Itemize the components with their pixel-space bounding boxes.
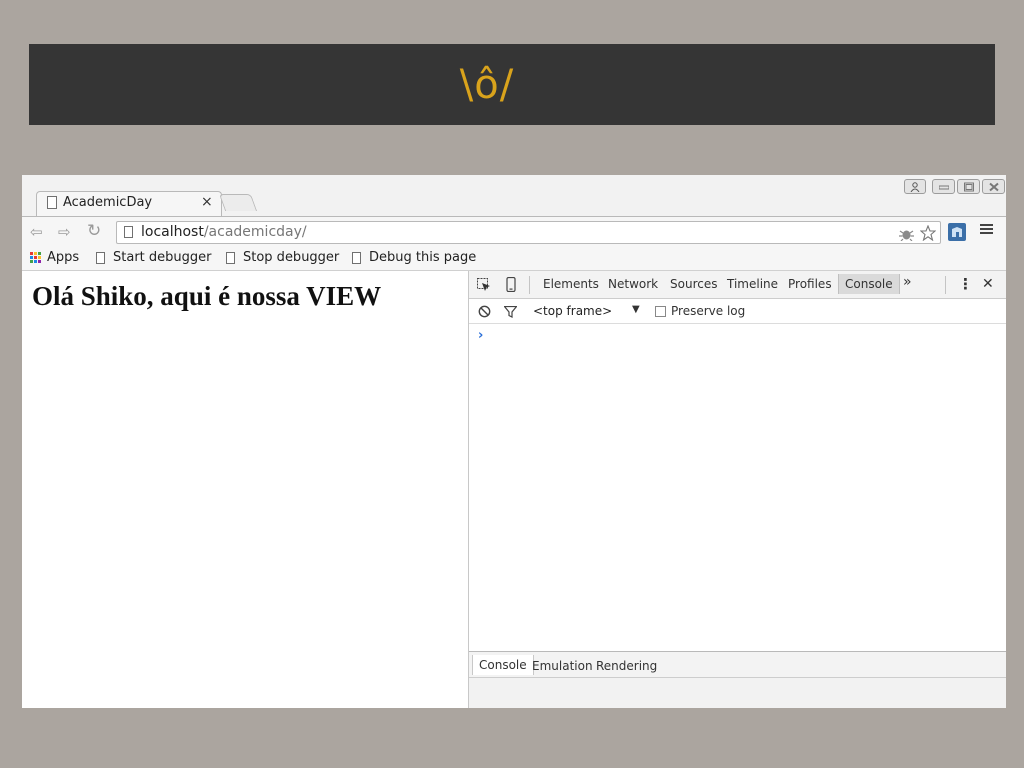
new-tab-button[interactable]: [218, 194, 258, 211]
browser-window: AcademicDay × ⇦ ⇨ ↻ localhost/academicda…: [22, 175, 1006, 708]
close-window-button[interactable]: [982, 179, 1005, 194]
drawer-tabs: Console Emulation Rendering: [469, 651, 1006, 678]
forward-button[interactable]: ⇨: [58, 223, 71, 241]
url-host: localhost: [141, 224, 204, 240]
drawer-body: [469, 678, 1006, 708]
device-mode-icon[interactable]: [506, 277, 516, 292]
bookmark-start-debugger[interactable]: Start debugger: [96, 250, 211, 265]
bookmark-stop-debugger[interactable]: Stop debugger: [226, 250, 339, 265]
page-icon: [47, 196, 57, 209]
bookmark-label: Apps: [47, 250, 80, 265]
page-viewport: Olá Shiko, aqui é nossa VIEW: [22, 271, 469, 708]
bookmark-label: Start debugger: [113, 250, 212, 265]
user-icon: [910, 181, 920, 192]
page-icon: [96, 251, 105, 264]
url-path: /academicday/: [203, 224, 307, 240]
user-profile-button[interactable]: [904, 179, 926, 194]
inspect-element-icon[interactable]: [477, 278, 491, 292]
more-tabs-icon[interactable]: »: [903, 274, 912, 290]
banner-text: \ô/: [459, 61, 515, 108]
tab-timeline[interactable]: Timeline: [727, 277, 778, 291]
console-prompt-icon[interactable]: ›: [478, 328, 483, 343]
maximize-icon: [963, 182, 974, 191]
bookmark-star-icon[interactable]: [920, 225, 936, 241]
tab-title: AcademicDay: [63, 195, 153, 210]
minimize-icon: [938, 185, 949, 189]
devtools-panel: Elements Network Sources Timeline Profil…: [469, 271, 1006, 708]
bookmark-label: Debug this page: [369, 250, 477, 265]
url-text: localhost/academicday/: [141, 224, 307, 240]
kebab-menu-icon[interactable]: ⋮: [958, 275, 973, 293]
bookmarks-bar: Apps Start debugger Stop debugger Debug …: [22, 247, 1006, 271]
tab-sources[interactable]: Sources: [670, 277, 717, 291]
divider: [529, 276, 530, 294]
minimize-button[interactable]: [932, 179, 955, 194]
drawer-tab-emulation[interactable]: Emulation: [532, 659, 593, 673]
reload-button[interactable]: ↻: [87, 221, 101, 241]
filter-icon[interactable]: [504, 306, 517, 318]
clear-console-icon[interactable]: [478, 305, 491, 318]
divider: [945, 276, 946, 294]
apps-grid-icon: [30, 252, 41, 263]
slide-banner: \ô/: [29, 44, 995, 125]
tab-console[interactable]: Console: [838, 274, 900, 294]
close-icon: [988, 182, 999, 191]
extension-icon[interactable]: [948, 223, 966, 241]
maximize-button[interactable]: [957, 179, 980, 194]
bookmark-label: Stop debugger: [243, 250, 340, 265]
devtools-toolbar: Elements Network Sources Timeline Profil…: [469, 271, 1006, 299]
bookmark-debug-this-page[interactable]: Debug this page: [352, 250, 476, 265]
page-heading: Olá Shiko, aqui é nossa VIEW: [32, 281, 382, 311]
page-icon: [226, 251, 235, 264]
back-button[interactable]: ⇦: [30, 223, 43, 241]
checkbox[interactable]: [655, 305, 666, 317]
page-icon: [352, 251, 361, 264]
browser-toolbar: ⇦ ⇨ ↻ localhost/academicday/: [22, 216, 1006, 247]
frame-selector[interactable]: <top frame>: [533, 304, 612, 318]
console-filter-bar: <top frame> ▼ Preserve log: [469, 299, 1006, 324]
title-bar: AcademicDay ×: [22, 175, 1006, 216]
tab-network[interactable]: Network: [608, 277, 658, 291]
bookmark-apps[interactable]: Apps: [30, 250, 79, 265]
drawer-tab-console[interactable]: Console: [472, 655, 534, 675]
close-devtools-icon[interactable]: ✕: [982, 276, 994, 292]
address-bar[interactable]: localhost/academicday/: [116, 221, 941, 244]
extension-bug-icon[interactable]: [899, 227, 914, 241]
preserve-log-label: Preserve log: [671, 304, 746, 318]
menu-icon[interactable]: [980, 223, 993, 235]
chevron-down-icon[interactable]: ▼: [632, 304, 640, 315]
tab-profiles[interactable]: Profiles: [788, 277, 832, 291]
tab-elements[interactable]: Elements: [543, 277, 599, 291]
tab-close-icon[interactable]: ×: [201, 194, 213, 210]
browser-tab[interactable]: AcademicDay ×: [36, 191, 222, 216]
page-icon: [124, 226, 133, 238]
preserve-log-checkbox[interactable]: Preserve log: [655, 304, 745, 318]
drawer-tab-rendering[interactable]: Rendering: [596, 659, 657, 673]
